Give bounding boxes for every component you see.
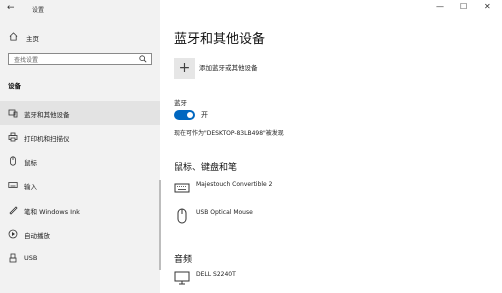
sidebar-item-label: 打印机和扫描仪: [24, 135, 70, 143]
sidebar: ← 设置 主页 查找设置 设备 蓝牙和其他设备 打印机和扫描仪 鼠标 输入 笔和…: [0, 0, 161, 293]
device-name: Majestouch Convertible 2: [196, 181, 273, 188]
back-button[interactable]: ←: [7, 3, 15, 13]
toggle-knob: [187, 112, 193, 118]
sidebar-item-printers[interactable]: 打印机和扫描仪: [0, 125, 160, 149]
sidebar-item-mouse[interactable]: 鼠标: [0, 149, 160, 173]
sidebar-item-label: 蓝牙和其他设备: [24, 111, 70, 119]
keyboard-icon: [8, 182, 18, 188]
sidebar-scrollbar[interactable]: [159, 180, 161, 270]
device-item[interactable]: USB Optical Mouse: [174, 208, 474, 228]
bluetooth-devices-icon: [8, 109, 18, 118]
sidebar-item-autoplay[interactable]: 自动播放: [0, 222, 160, 246]
bluetooth-label: 蓝牙: [174, 99, 187, 107]
pen-icon: [9, 206, 18, 215]
section-label: 设备: [8, 82, 21, 90]
settings-window: ← 设置 主页 查找设置 设备 蓝牙和其他设备 打印机和扫描仪 鼠标 输入 笔和…: [0, 0, 502, 293]
bluetooth-toggle[interactable]: [174, 110, 195, 120]
window-title: 设置: [32, 7, 45, 14]
sidebar-item-pen[interactable]: 笔和 Windows Ink: [0, 198, 160, 222]
keyboard-icon: [174, 183, 190, 193]
audio-heading: 音频: [174, 255, 193, 265]
sidebar-item-usb[interactable]: USB: [0, 246, 160, 270]
sidebar-item-label: USB: [24, 254, 38, 262]
device-item[interactable]: DELL S2240T: [174, 270, 474, 290]
usb-icon: [9, 253, 17, 263]
sidebar-item-label: 笔和 Windows Ink: [24, 208, 80, 216]
autoplay-icon: [8, 229, 18, 239]
sidebar-item-typing[interactable]: 输入: [0, 173, 160, 197]
minimize-button[interactable]: —: [436, 2, 444, 11]
home-nav-item[interactable]: 主页: [0, 30, 160, 46]
discoverable-text: 现在可作为"DESKTOP-83LB498"被发现: [174, 130, 284, 137]
page-title: 蓝牙和其他设备: [174, 32, 266, 47]
printer-icon: [8, 132, 18, 142]
sidebar-item-label: 鼠标: [24, 159, 37, 167]
add-device-button[interactable]: +: [174, 58, 195, 79]
home-icon: [9, 32, 18, 41]
mouse-icon: [10, 156, 16, 166]
maximize-button[interactable]: ☐: [460, 2, 467, 11]
device-item[interactable]: Majestouch Convertible 2: [174, 180, 474, 200]
mouse-keyboard-pen-heading: 鼠标、键盘和笔: [174, 163, 238, 173]
home-label: 主页: [26, 35, 39, 43]
mouse-icon: [177, 208, 187, 224]
search-input[interactable]: 查找设置: [8, 53, 152, 65]
monitor-icon: [174, 271, 190, 285]
bluetooth-state: 开: [201, 111, 208, 119]
device-name: DELL S2240T: [196, 271, 236, 278]
sidebar-item-label: 自动播放: [24, 232, 50, 240]
sidebar-item-label: 输入: [24, 183, 37, 191]
window-controls: — ☐ ✕: [436, 2, 496, 12]
plus-icon: +: [178, 60, 191, 76]
device-name: USB Optical Mouse: [196, 209, 253, 216]
search-icon: [139, 55, 147, 63]
add-device-label[interactable]: 添加蓝牙或其他设备: [199, 62, 258, 72]
sidebar-item-bluetooth[interactable]: 蓝牙和其他设备: [0, 101, 160, 125]
close-button[interactable]: ✕: [484, 2, 491, 11]
search-placeholder: 查找设置: [14, 57, 39, 64]
